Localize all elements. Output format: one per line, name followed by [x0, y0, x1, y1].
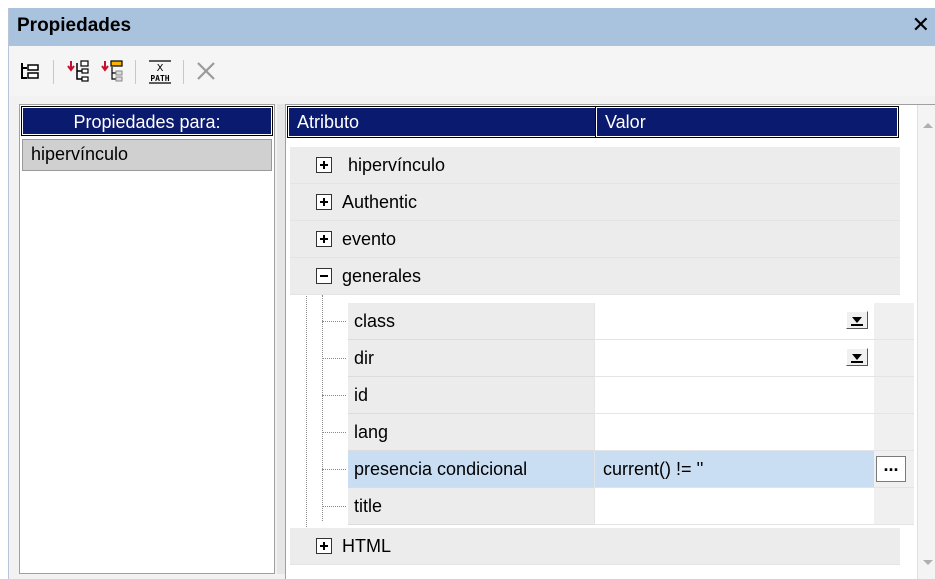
row-extra-cell — [874, 303, 914, 340]
tree-row-html[interactable]: HTML — [290, 528, 900, 565]
dropdown-arrow-icon[interactable] — [846, 311, 868, 329]
attribute-name: title — [354, 496, 383, 516]
tree-layout-icon[interactable] — [15, 56, 45, 86]
dropdown-arrow-icon[interactable] — [846, 348, 868, 366]
expand-icon[interactable] — [316, 231, 332, 247]
attribute-name: lang — [354, 422, 389, 442]
expand-icon[interactable] — [316, 538, 332, 554]
tree-row-generales[interactable]: generales — [290, 258, 900, 295]
scroll-up-icon[interactable] — [923, 123, 933, 128]
row-extra-cell — [874, 377, 914, 414]
row-extra-cell — [874, 340, 914, 377]
properties-window: Propiedades ✕ X PATH Propiedades para: h… — [8, 8, 935, 579]
row-label: Authentic — [342, 192, 418, 212]
svg-text:PATH: PATH — [150, 74, 169, 83]
attribute-row-id[interactable]: id — [286, 377, 916, 414]
delete-icon[interactable] — [191, 56, 221, 86]
row-label: evento — [342, 229, 397, 249]
attribute-value[interactable] — [594, 303, 874, 340]
svg-text:X: X — [157, 63, 164, 74]
grid-header: Atributo Valor — [287, 106, 899, 138]
toolbar-separator — [135, 60, 136, 84]
attribute-name: presencia condicional — [354, 459, 528, 479]
attribute-value[interactable] — [594, 377, 874, 414]
row-extra-cell — [874, 414, 914, 451]
attribute-name: dir — [354, 348, 375, 368]
properties-for-header: Propiedades para: — [21, 106, 273, 136]
attribute-row-lang[interactable]: lang — [286, 414, 916, 451]
tree-row-authentic[interactable]: Authentic — [290, 184, 900, 221]
attribute-value[interactable]: current() != '' — [594, 451, 874, 488]
attribute-value[interactable] — [594, 414, 874, 451]
attribute-row-presencia-condicional[interactable]: presencia condicional current() != '' ..… — [286, 451, 916, 488]
vertical-scrollbar[interactable] — [917, 105, 935, 579]
attributes-grid: Atributo Valor hipervínculo Authentic ev… — [285, 104, 935, 579]
attribute-value[interactable] — [594, 488, 874, 525]
add-child-node-icon[interactable] — [63, 56, 93, 86]
row-label: generales — [342, 266, 422, 286]
attribute-value-text: current() != '' — [603, 459, 704, 479]
tree-row-hipervinculo[interactable]: hipervínculo — [290, 147, 900, 184]
attribute-name: id — [354, 385, 369, 405]
attribute-row-dir[interactable]: dir — [286, 340, 916, 377]
list-item[interactable]: hipervínculo — [22, 139, 272, 171]
toolbar: X PATH — [9, 46, 935, 96]
attribute-row-class[interactable]: class — [286, 303, 916, 340]
title-bar: Propiedades ✕ — [9, 8, 935, 46]
expand-icon[interactable] — [316, 194, 332, 210]
row-label: HTML — [342, 536, 391, 556]
close-icon[interactable]: ✕ — [912, 13, 930, 37]
expand-icon[interactable] — [316, 157, 332, 173]
collapse-icon[interactable] — [316, 268, 332, 284]
column-header-valor[interactable]: Valor — [595, 106, 899, 138]
ellipsis-button[interactable]: ... — [876, 456, 906, 482]
attribute-value[interactable] — [594, 340, 874, 377]
pane-splitter[interactable] — [277, 104, 285, 574]
row-extra-cell — [874, 488, 914, 525]
toolbar-separator — [53, 60, 54, 84]
properties-for-pane: Propiedades para: hipervínculo — [19, 104, 275, 574]
row-extra-cell: ... — [874, 451, 914, 488]
window-title: Propiedades — [17, 15, 132, 36]
scroll-down-icon[interactable] — [923, 560, 933, 565]
tree-row-evento[interactable]: evento — [290, 221, 900, 258]
attribute-row-title[interactable]: title — [286, 488, 916, 525]
toolbar-separator — [183, 60, 184, 84]
row-label: hipervínculo — [348, 155, 446, 175]
attribute-name: class — [354, 311, 396, 331]
xpath-icon[interactable]: X PATH — [145, 56, 175, 86]
add-node-icon[interactable] — [97, 56, 127, 86]
column-header-atributo[interactable]: Atributo — [287, 106, 597, 138]
